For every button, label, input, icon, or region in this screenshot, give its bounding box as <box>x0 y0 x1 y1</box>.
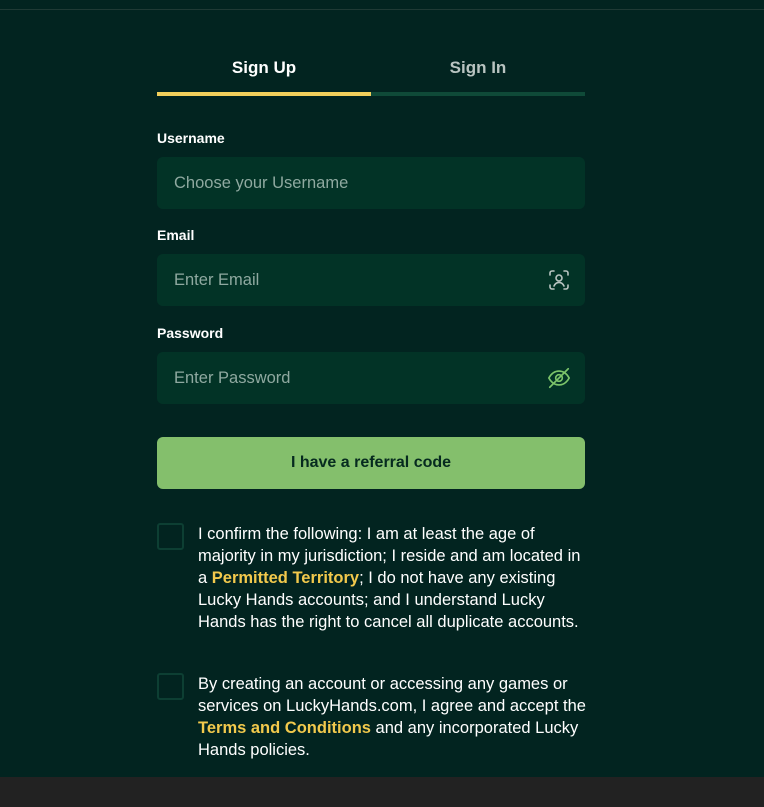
permitted-territory-link[interactable]: Permitted Territory <box>212 569 359 587</box>
password-input[interactable] <box>157 352 585 404</box>
tab-sign-in[interactable]: Sign In <box>371 52 585 96</box>
terms-and-conditions-link[interactable]: Terms and Conditions <box>198 719 371 737</box>
consent-age-text: I confirm the following: I am at least t… <box>198 523 588 633</box>
consent-age-checkbox[interactable] <box>157 523 184 550</box>
password-field-box <box>157 352 585 404</box>
consent-terms-text: By creating an account or accessing any … <box>198 673 588 761</box>
tab-sign-up[interactable]: Sign Up <box>157 52 371 96</box>
consent-terms-text-part1: By creating an account or accessing any … <box>198 675 586 715</box>
eye-off-icon[interactable] <box>547 366 571 390</box>
email-input[interactable] <box>157 254 585 306</box>
tab-sign-up-indicator <box>157 92 371 96</box>
password-label: Password <box>157 325 224 341</box>
tab-sign-in-label: Sign In <box>449 58 507 77</box>
username-input[interactable] <box>157 157 585 209</box>
contact-scan-icon[interactable] <box>547 268 571 292</box>
email-field-box <box>157 254 585 306</box>
tab-sign-in-indicator <box>371 92 585 96</box>
username-field-box <box>157 157 585 209</box>
consent-terms-checkbox[interactable] <box>157 673 184 700</box>
username-label: Username <box>157 130 225 146</box>
tab-sign-up-label: Sign Up <box>231 58 297 77</box>
email-label: Email <box>157 227 195 243</box>
top-divider <box>0 9 764 10</box>
referral-code-button[interactable]: I have a referral code <box>157 437 585 489</box>
auth-tabs: Sign Up Sign In <box>157 52 585 96</box>
bottom-bar <box>0 777 764 807</box>
